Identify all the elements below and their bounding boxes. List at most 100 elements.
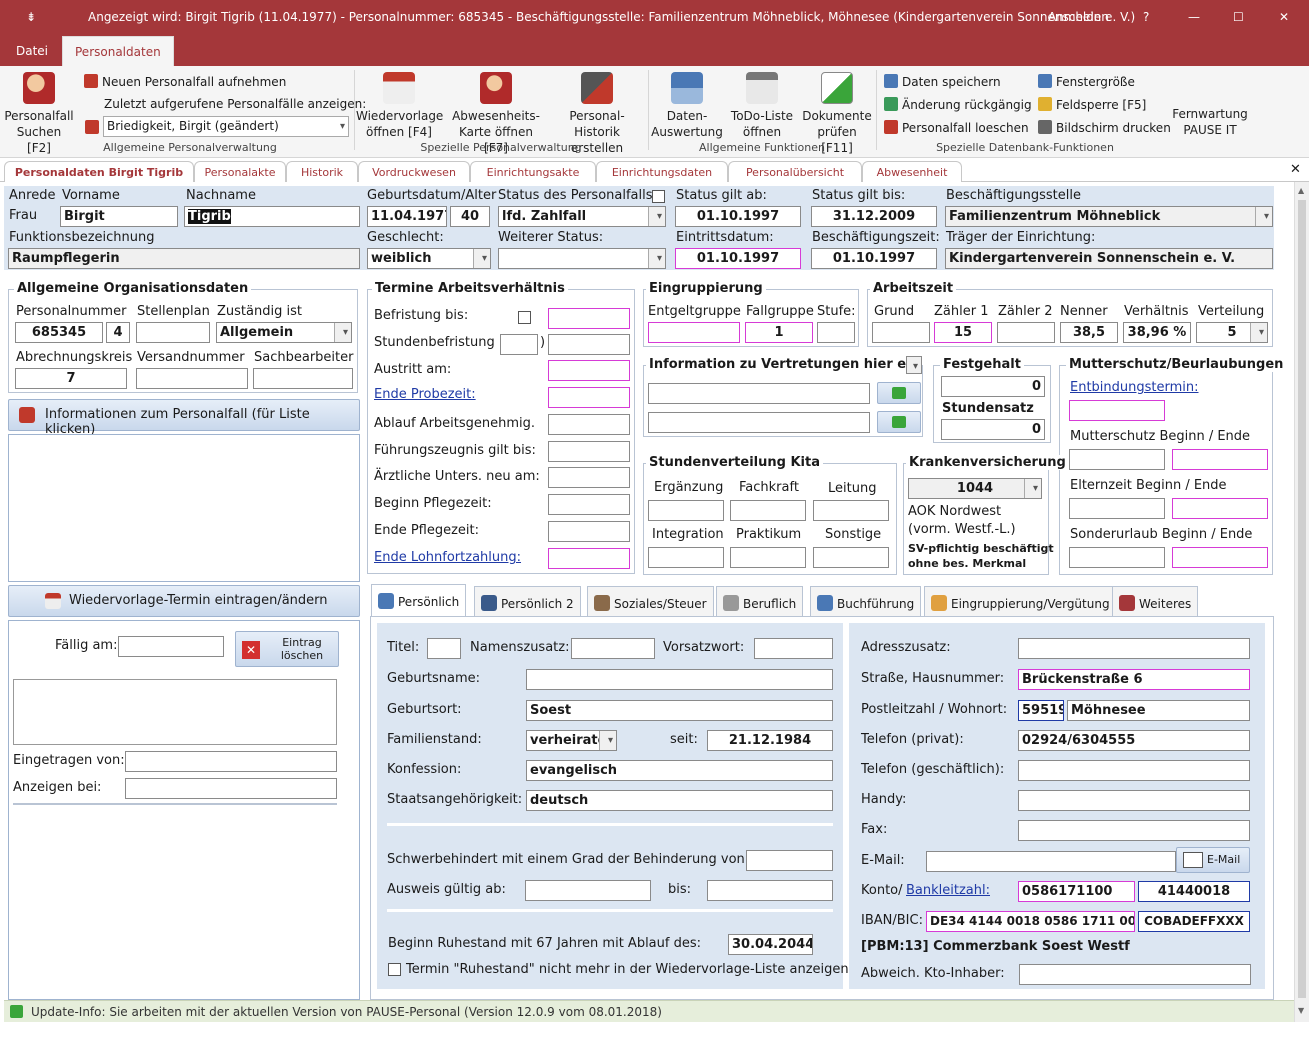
stundenbefristung-field[interactable]	[548, 334, 630, 355]
wiedervorlage-button[interactable]: Wiedervorlage öffnen [F4]	[356, 72, 443, 140]
handy-field[interactable]	[1018, 790, 1250, 811]
todo-liste-button[interactable]: ToDo-Liste öffnen	[726, 72, 798, 140]
login-button[interactable]: Anmelden	[1048, 10, 1109, 24]
fernwartung-button[interactable]: Fernwartung PAUSE IT	[1172, 106, 1248, 138]
eingetragen-field[interactable]	[125, 751, 337, 772]
subtab-persoenlich[interactable]: Persönlich	[371, 584, 467, 616]
weiterer-status-dropdown[interactable]: ▾	[498, 248, 666, 269]
nachname-field[interactable]: Tigrib	[184, 206, 360, 227]
festgehalt-field[interactable]: 0	[941, 376, 1045, 397]
scroll-up-icon[interactable]: ▲	[1298, 186, 1304, 195]
fenstergroesse-button[interactable]: Fenstergröße	[1038, 74, 1135, 89]
eintrittsdatum-field[interactable]: 01.10.1997	[675, 248, 801, 269]
tab-vordruckwesen[interactable]: Vordruckwesen	[358, 161, 470, 182]
staatsangehoerigkeit-field[interactable]: deutsch	[526, 790, 833, 811]
system-menu-icon[interactable]: ⇟	[26, 10, 36, 24]
tab-einrichtungsakte[interactable]: Einrichtungsakte	[470, 161, 596, 182]
tab-personalakte[interactable]: Personalakte	[194, 161, 286, 182]
sonderurlaub-beginn-field[interactable]	[1069, 547, 1165, 568]
funktion-field[interactable]: Raumpflegerin	[8, 248, 360, 269]
probezeit-field[interactable]	[548, 387, 630, 408]
wohnort-field[interactable]: Möhnesee	[1067, 700, 1250, 721]
praktikum-field[interactable]	[730, 547, 806, 568]
ruhestand-checkbox[interactable]	[388, 963, 401, 976]
iban-field[interactable]: DE34 4144 0018 0586 1711 00	[926, 911, 1135, 932]
integration-field[interactable]	[648, 547, 724, 568]
krankenversicherung-dropdown[interactable]: 1044 ▾	[908, 478, 1042, 499]
stellenplan-field[interactable]	[136, 322, 210, 343]
subtab-beruflich[interactable]: Beruflich	[716, 586, 804, 616]
fachkraft-field[interactable]	[730, 500, 806, 521]
wiedervorlage-notes[interactable]	[13, 679, 337, 745]
zuletzt-dropdown[interactable]: Briedigkeit, Birgit (geändert) ▾	[103, 116, 349, 137]
email-send-button[interactable]: E-Mail	[1176, 847, 1250, 873]
ausweis-ab-field[interactable]	[525, 880, 651, 901]
scroll-down-icon[interactable]: ▼	[1298, 1006, 1304, 1015]
tab-einrichtungsdaten[interactable]: Einrichtungsdaten	[596, 161, 728, 182]
sonderurlaub-ende-field[interactable]	[1172, 547, 1268, 568]
subtab-persoenlich-2[interactable]: Persönlich 2	[474, 586, 581, 616]
status-dropdown[interactable]: lfd. Zahlfall ▾	[498, 206, 666, 227]
zaehler1-field[interactable]: 15	[934, 322, 992, 343]
aerztliche-untersuchung-field[interactable]	[548, 467, 630, 488]
aenderung-rueckgaengig-button[interactable]: Änderung rückgängig	[884, 97, 1032, 112]
abweich-kto-inhaber-field[interactable]	[1019, 964, 1251, 985]
personalnummer-suffix-field[interactable]: 4	[106, 322, 130, 343]
entbindungstermin-link[interactable]: Entbindungstermin:	[1070, 380, 1199, 395]
nenner-field[interactable]: 38,5	[1060, 322, 1118, 343]
traeger-field[interactable]: Kindergartenverein Sonnenschein e. V.	[945, 248, 1273, 269]
help-button[interactable]: ?	[1143, 10, 1149, 24]
strasse-field[interactable]: Brückenstraße 6	[1018, 669, 1250, 690]
elternzeit-beginn-field[interactable]	[1069, 498, 1165, 519]
subtab-soziales-steuer[interactable]: Soziales/Steuer	[587, 586, 714, 616]
befristung-checkbox[interactable]	[518, 311, 531, 324]
geburtsname-field[interactable]	[526, 669, 833, 690]
fax-field[interactable]	[1018, 820, 1250, 841]
sachbearbeiter-field[interactable]	[253, 368, 353, 389]
daten-auswertung-button[interactable]: Daten- Auswertung	[650, 72, 724, 140]
entbindungstermin-field[interactable]	[1069, 400, 1165, 421]
austritt-field[interactable]	[548, 360, 630, 381]
vertretung-field-2[interactable]	[648, 412, 870, 433]
faellig-field[interactable]	[118, 636, 224, 657]
arbeitsgenehmigung-field[interactable]	[548, 414, 630, 435]
close-tab-icon[interactable]: ✕	[1290, 162, 1301, 177]
anzeigen-field[interactable]	[125, 778, 337, 799]
personalfall-suchen-button[interactable]: Personalfall Suchen [F2]	[4, 72, 74, 156]
abrechnungskreis-field[interactable]: 7	[15, 368, 127, 389]
eintrag-loeschen-button[interactable]: ✕ Eintrag löschen	[235, 631, 339, 667]
bankleitzahl-field[interactable]: 41440018	[1138, 881, 1250, 902]
konto-field[interactable]: 0586171100	[1018, 881, 1135, 902]
schwerbehindert-field[interactable]	[746, 850, 833, 871]
vertical-scrollbar[interactable]: ▲ ▼	[1294, 182, 1309, 1022]
close-button[interactable]: ✕	[1279, 10, 1289, 24]
plz-field[interactable]: 59519	[1018, 700, 1064, 721]
sonstige-field[interactable]	[813, 547, 889, 568]
ruhestand-field[interactable]: 30.04.2044	[728, 934, 813, 955]
personalnummer-field[interactable]: 685345	[15, 322, 103, 343]
telefon-geschaeftlich-field[interactable]	[1018, 760, 1250, 781]
adresszusatz-field[interactable]	[1018, 638, 1250, 659]
status-checkbox[interactable]	[652, 190, 665, 203]
fallgruppe-field[interactable]: 1	[745, 322, 813, 343]
subtab-weiteres[interactable]: Weiteres	[1112, 586, 1199, 616]
beschaeftigungsstelle-dropdown[interactable]: Familienzentrum Möhneblick ▾	[945, 206, 1273, 227]
entgeltgruppe-field[interactable]	[648, 322, 740, 343]
maximize-button[interactable]: ☐	[1233, 10, 1244, 24]
status-gilt-ab-field[interactable]: 01.10.1997	[675, 206, 801, 227]
zaehler2-field[interactable]	[997, 322, 1055, 343]
lohnfortzahlung-field[interactable]	[548, 548, 630, 569]
mutterschutz-beginn-field[interactable]	[1069, 449, 1165, 470]
seit-field[interactable]: 21.12.1984	[707, 730, 833, 751]
tab-personaldaten[interactable]: Personaldaten Birgit Tigrib	[4, 161, 194, 182]
scroll-thumb[interactable]	[1298, 200, 1306, 998]
vertretung-go-button-2[interactable]	[877, 411, 921, 433]
minimize-button[interactable]: —	[1188, 10, 1200, 24]
email-field[interactable]	[926, 851, 1176, 872]
feldsperre-button[interactable]: Feldsperre [F5]	[1038, 97, 1146, 112]
beginn-pflegezeit-field[interactable]	[548, 494, 630, 515]
info-list[interactable]	[8, 434, 360, 582]
status-gilt-bis-field[interactable]: 31.12.2009	[811, 206, 937, 227]
stundenbefristung-hours-field[interactable]	[500, 334, 538, 355]
personalfall-loeschen-button[interactable]: Personalfall loeschen	[884, 120, 1029, 135]
